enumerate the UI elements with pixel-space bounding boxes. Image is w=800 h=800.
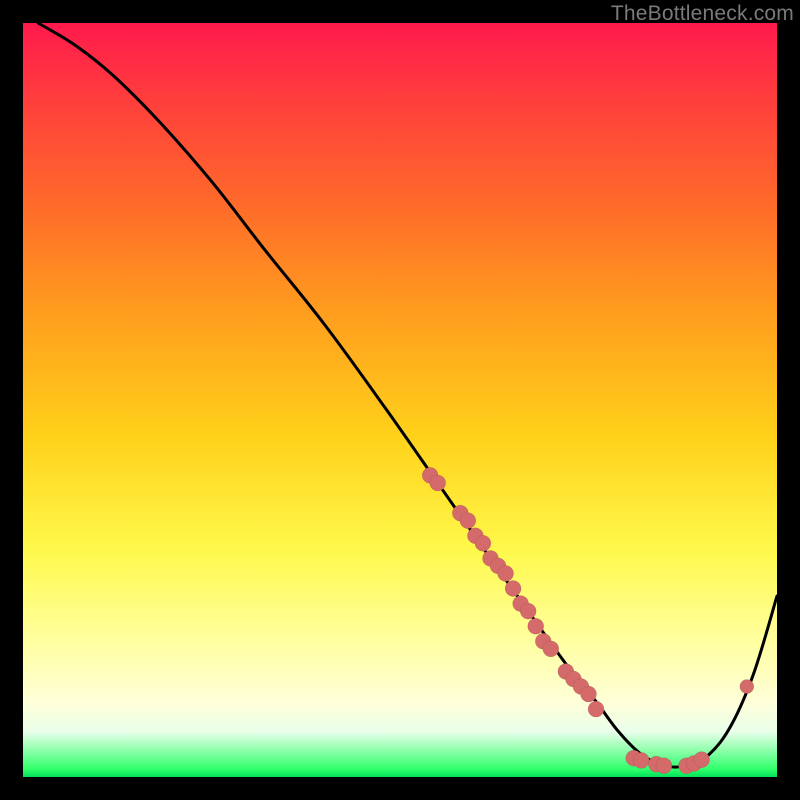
chart-stage: TheBottleneck.com: [0, 0, 800, 800]
data-point: [505, 581, 521, 597]
data-point: [498, 565, 514, 581]
data-point: [520, 603, 536, 619]
data-point: [588, 701, 604, 717]
curve-layer: [38, 23, 777, 767]
data-point: [694, 752, 710, 768]
watermark: TheBottleneck.com: [611, 2, 794, 26]
chart-overlay: [23, 23, 777, 777]
data-point: [528, 618, 544, 634]
data-point: [633, 752, 649, 768]
data-point: [656, 758, 672, 774]
plot-area: [23, 23, 777, 777]
data-point: [543, 641, 559, 657]
data-point: [740, 680, 754, 694]
points-layer: [422, 467, 754, 773]
data-point: [460, 513, 476, 529]
data-point: [475, 535, 491, 551]
bottleneck-curve: [38, 23, 777, 767]
data-point: [581, 686, 597, 702]
data-point: [430, 475, 446, 491]
